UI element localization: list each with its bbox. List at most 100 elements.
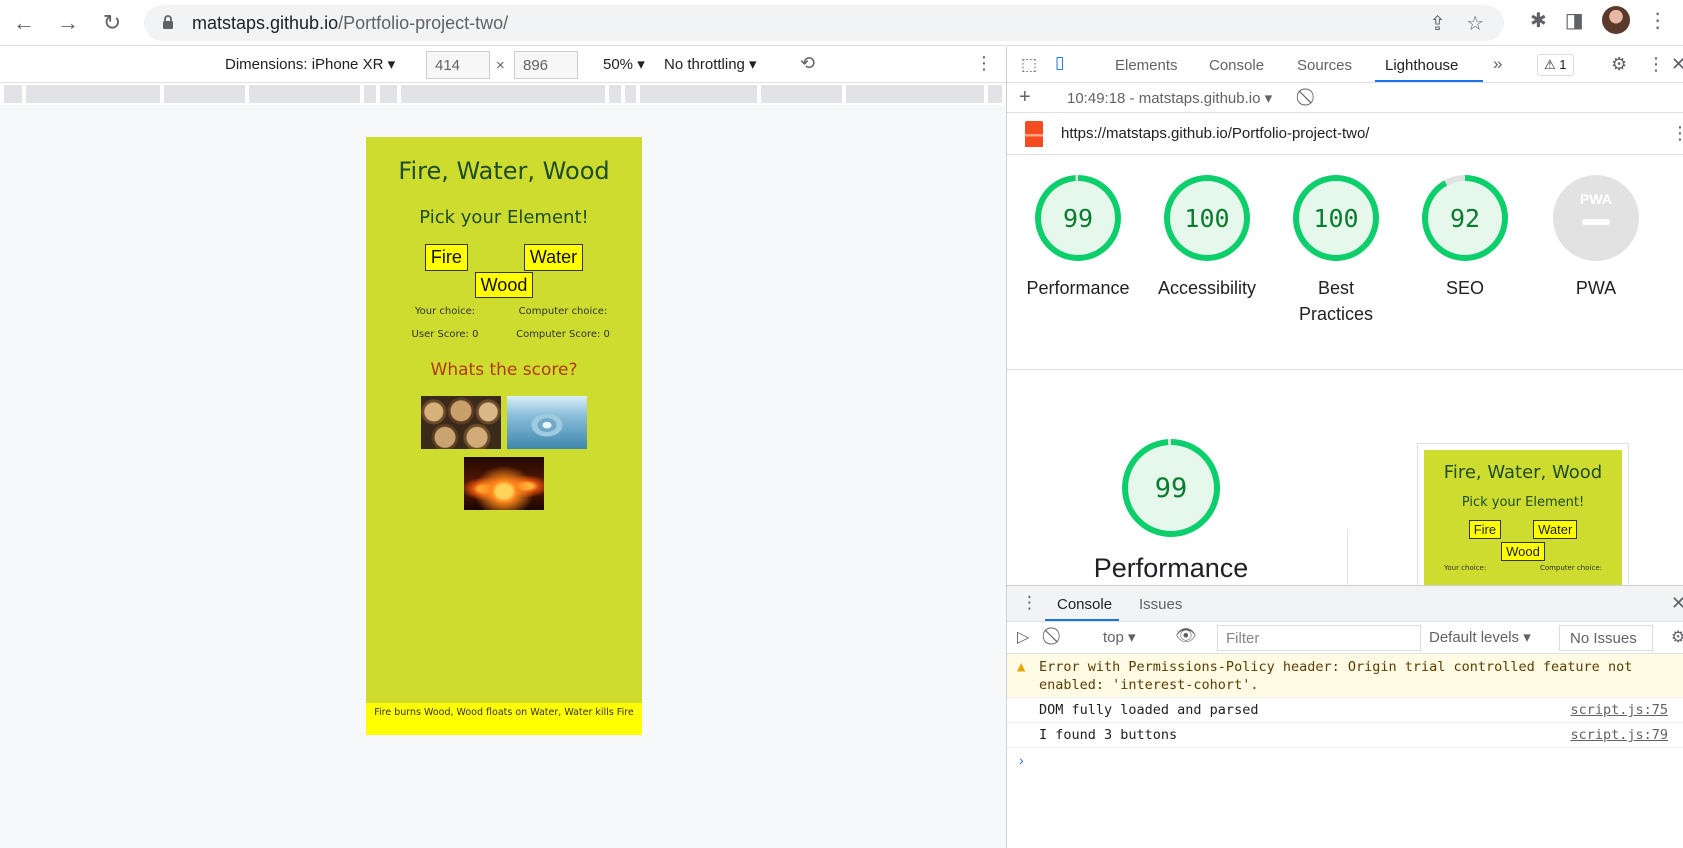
drawer-close-icon[interactable]: ✕ xyxy=(1671,593,1683,614)
drawer-menu-icon[interactable]: ⋮ xyxy=(1021,593,1038,613)
gauge-ring: 92 xyxy=(1422,175,1508,261)
url-path: /Portfolio-project-two/ xyxy=(338,12,509,33)
gauge-best-practices[interactable]: 100 Best Practices xyxy=(1271,175,1401,327)
gauge-ring: 99 xyxy=(1035,175,1121,261)
drawer-tab-issues[interactable]: Issues xyxy=(1139,596,1182,613)
more-tabs-icon[interactable]: » xyxy=(1493,54,1502,74)
filter-input[interactable]: Filter xyxy=(1217,625,1421,651)
zoom-label: 50% xyxy=(603,56,634,73)
performance-score: 99 xyxy=(1128,445,1214,531)
gauge-seo[interactable]: 92 SEO xyxy=(1400,175,1530,301)
devtools-menu-icon[interactable]: ⋮ xyxy=(1647,54,1665,75)
media-query-ruler[interactable] xyxy=(0,83,1006,105)
width-input[interactable]: 414 xyxy=(426,51,490,79)
forward-icon[interactable]: → xyxy=(48,3,88,43)
console-message: DOM fully loaded and parsed script.js:75 xyxy=(1007,698,1683,723)
browser-toolbar: ← → ↻ matstaps.github.io/Portfolio-proje… xyxy=(0,0,1683,46)
device-more-icon[interactable]: ⋮ xyxy=(975,53,993,74)
performance-title: Performance xyxy=(1093,553,1249,583)
computer-choice-label: Computer choice: xyxy=(518,306,608,317)
water-image xyxy=(507,396,587,449)
levels-dropdown[interactable]: Default levels ▾ xyxy=(1429,628,1531,646)
live-expression-eye-icon[interactable]: 👁 xyxy=(1175,626,1197,646)
gauge-performance[interactable]: 99 Performance xyxy=(1013,175,1143,301)
console-settings-icon[interactable]: ⚙ xyxy=(1671,627,1683,647)
throttling-dropdown[interactable]: No throttling ▾ xyxy=(664,55,757,73)
gauge-value: 99 xyxy=(1041,181,1115,255)
pwa-badge-text: PWA xyxy=(1580,191,1612,207)
extensions-icon[interactable]: ✱ xyxy=(1530,8,1547,33)
gauge-label: Accessibility xyxy=(1157,278,1257,298)
dimensions-dropdown[interactable]: Dimensions: iPhone XR ▾ xyxy=(225,55,395,73)
gauge-value: 100 xyxy=(1170,181,1244,255)
source-link[interactable]: script.js:79 xyxy=(1570,727,1668,743)
tab-elements[interactable]: Elements xyxy=(1115,57,1178,74)
zoom-dropdown[interactable]: 50% ▾ xyxy=(603,55,645,73)
thumb-water-button: Water xyxy=(1533,520,1578,539)
times-sign: × xyxy=(496,57,505,74)
dimensions-label: Dimensions: iPhone XR xyxy=(225,56,384,73)
gauge-accessibility[interactable]: 100 Accessibility xyxy=(1142,175,1272,301)
drawer-tab-console[interactable]: Console xyxy=(1057,596,1112,613)
score-gauges: 99 Performance 100 Accessibility 100 Bes… xyxy=(1007,155,1683,355)
device-toolbar: Dimensions: iPhone XR ▾ 414 × 896 50% ▾ … xyxy=(0,47,1006,83)
warning-badge[interactable]: ⚠ 1 xyxy=(1537,54,1574,76)
water-button[interactable]: Water xyxy=(523,244,584,271)
devtools-tabbar: ⬚ ▯ Elements Console Sources Lighthouse … xyxy=(1007,47,1683,83)
console-prompt[interactable]: › xyxy=(1007,748,1683,768)
address-bar[interactable]: matstaps.github.io/Portfolio-project-two… xyxy=(144,5,1504,41)
drawer-active-indicator xyxy=(1045,619,1119,621)
gauge-label: Performance xyxy=(1026,278,1130,298)
gauge-label: Best Practices xyxy=(1298,278,1374,324)
share-icon[interactable]: ⇪ xyxy=(1429,11,1446,36)
tab-sources[interactable]: Sources xyxy=(1297,57,1352,74)
rotate-icon[interactable]: ⟲ xyxy=(800,53,815,74)
thumb-computer-choice: Computer choice: xyxy=(1539,564,1602,572)
close-icon[interactable]: ✕ xyxy=(1671,54,1683,75)
active-tab-indicator xyxy=(1375,80,1483,82)
console-toolbar: ▷ ⃠ top ▾ 👁 Filter Default levels ▾ No I… xyxy=(1007,622,1683,654)
back-icon[interactable]: ← xyxy=(4,3,44,43)
final-screenshot-thumbnail[interactable]: Fire, Water, Wood Pick your Element! Fir… xyxy=(1417,443,1629,594)
new-report-icon[interactable]: + xyxy=(1019,86,1031,109)
gauge-ring: 99 xyxy=(1122,439,1220,537)
thumb-title: Fire, Water, Wood xyxy=(1443,462,1603,483)
console-warning: ▲ Error with Permissions-Policy header: … xyxy=(1007,654,1683,698)
side-panel-icon[interactable]: ◨ xyxy=(1565,8,1584,33)
wood-image xyxy=(421,396,501,449)
gauge-value: 100 xyxy=(1299,181,1373,255)
wood-button[interactable]: Wood xyxy=(474,272,534,298)
issues-button[interactable]: No Issues xyxy=(1559,625,1653,651)
inspect-icon[interactable]: ⬚ xyxy=(1021,55,1037,75)
report-selector[interactable]: 10:49:18 - matstaps.github.io ▾ xyxy=(1067,89,1272,107)
source-link[interactable]: script.js:75 xyxy=(1570,702,1668,718)
height-input[interactable]: 896 xyxy=(514,51,578,79)
reload-icon[interactable]: ↻ xyxy=(92,3,132,43)
menu-icon[interactable]: ⋮ xyxy=(1648,8,1668,33)
device-emulation-area: Dimensions: iPhone XR ▾ 414 × 896 50% ▾ … xyxy=(0,47,1006,848)
report-menu-icon[interactable]: ⋮ xyxy=(1671,123,1683,144)
score-heading: Whats the score? xyxy=(430,360,578,380)
log-text: I found 3 buttons xyxy=(1039,727,1178,743)
thumb-wood-button: Wood xyxy=(1501,542,1545,561)
thumb-fire-button: Fire xyxy=(1468,520,1502,539)
fire-button[interactable]: Fire xyxy=(424,244,468,271)
tab-lighthouse[interactable]: Lighthouse xyxy=(1385,57,1458,74)
thumb-your-choice: Your choice: xyxy=(1444,564,1487,572)
avatar[interactable] xyxy=(1601,6,1630,34)
phone-viewport: Fire, Water, Wood Pick your Element! Fir… xyxy=(366,137,642,735)
pwa-badge-icon: PWA xyxy=(1553,175,1639,261)
gauge-ring: 100 xyxy=(1293,175,1379,261)
audited-url[interactable]: https://matstaps.github.io/Portfolio-pro… xyxy=(1061,125,1369,142)
bookmark-star-icon[interactable]: ☆ xyxy=(1466,11,1484,36)
context-selector[interactable]: top ▾ xyxy=(1103,628,1136,646)
lock-icon[interactable] xyxy=(162,15,176,31)
gauge-value: 92 xyxy=(1428,181,1502,255)
sidebar-toggle-icon[interactable]: ▷ xyxy=(1017,627,1029,647)
gauge-label: PWA xyxy=(1575,278,1617,298)
device-toggle-icon[interactable]: ▯ xyxy=(1055,53,1064,73)
warning-text: Error with Permissions-Policy header: Or… xyxy=(1039,659,1633,693)
gauge-pwa[interactable]: PWA PWA xyxy=(1531,175,1661,301)
settings-icon[interactable]: ⚙ xyxy=(1611,54,1627,75)
tab-console[interactable]: Console xyxy=(1209,57,1264,74)
